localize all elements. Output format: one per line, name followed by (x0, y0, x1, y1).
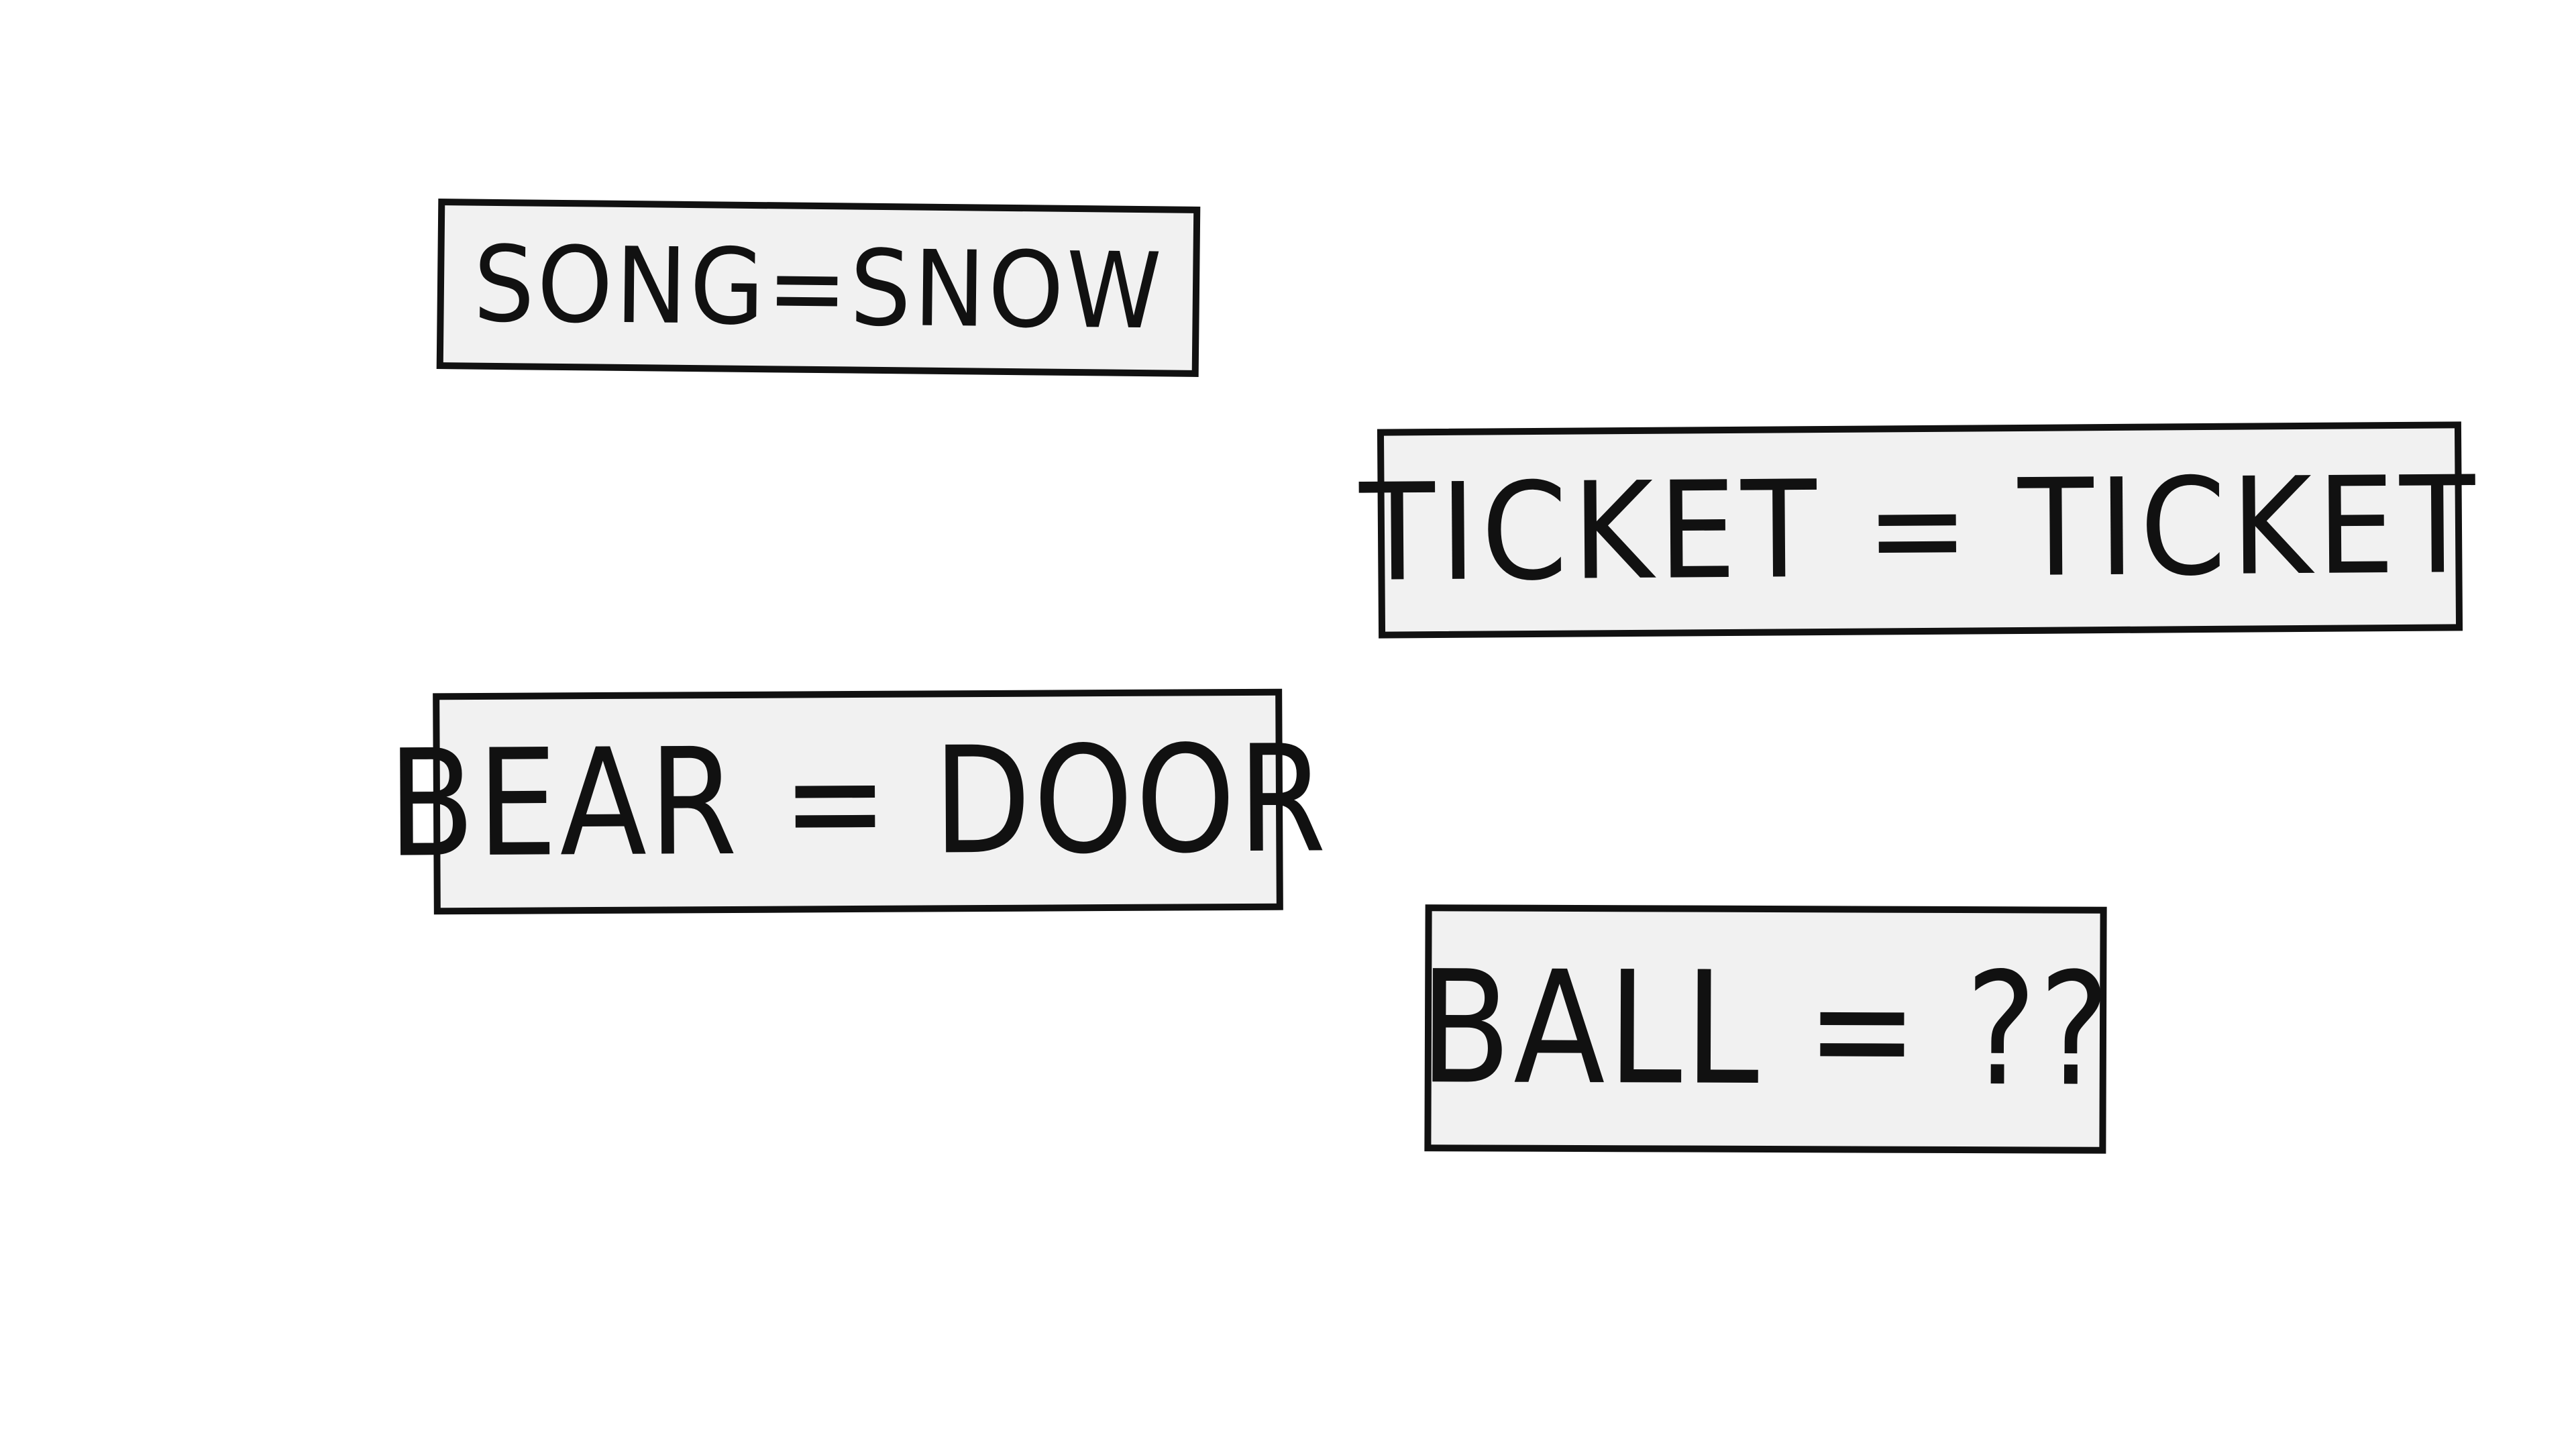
equation-text: SONG=SNOW (472, 223, 1165, 353)
equation-text: BEAR = DOOR (387, 713, 1329, 890)
equation-text: BALL = ?? (1419, 937, 2112, 1121)
equation-card-song-snow: SONG=SNOW (436, 199, 1201, 377)
equation-card-ticket-ticket: TICKET = TICKET (1359, 421, 2481, 639)
equation-card-ball-unknown: BALL = ?? (1419, 904, 2112, 1154)
equation-text: TICKET = TICKET (1358, 447, 2481, 612)
equation-card-bear-door: BEAR = DOOR (387, 688, 1329, 915)
